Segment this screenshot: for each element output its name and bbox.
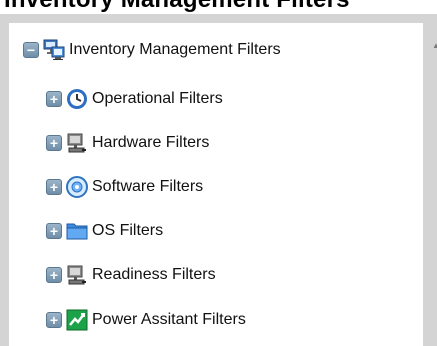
expand-button[interactable]: + <box>46 91 62 107</box>
expand-button[interactable]: + <box>46 312 62 328</box>
inventory-filter-view: Inventory Management Filters ▲ − Invento… <box>0 0 437 346</box>
tree-item-label: Operational Filters <box>92 90 223 107</box>
filter-tree-panel: − Inventory Management Filters + Operati… <box>9 23 423 346</box>
tree-item-hardware-filters[interactable]: + Hardware Filters <box>46 129 209 157</box>
cropped-header: Inventory Management Filters <box>0 0 437 14</box>
panel-right-border <box>423 14 437 346</box>
expand-button[interactable]: + <box>46 179 62 195</box>
network-computers-icon <box>43 39 65 61</box>
tree-item-label: Readiness Filters <box>92 266 216 283</box>
clock-icon <box>66 88 88 110</box>
page-title: Inventory Management Filters <box>4 0 350 14</box>
computer-icon <box>66 264 88 286</box>
collapse-button[interactable]: − <box>23 42 39 58</box>
tree-item-os-filters[interactable]: + OS Filters <box>46 217 163 245</box>
tree-item-power-assitant-filters[interactable]: + Power Assitant Filters <box>46 306 246 334</box>
tree-item-software-filters[interactable]: + Software Filters <box>46 173 203 201</box>
panel-left-border <box>0 14 9 346</box>
tree-item-label: Hardware Filters <box>92 134 210 151</box>
expand-button[interactable]: + <box>46 267 62 283</box>
tree-item-readiness-filters[interactable]: + Readiness Filters <box>46 261 216 289</box>
tree-item-label: Software Filters <box>92 178 204 195</box>
folder-icon <box>66 220 88 242</box>
tree-item-label: Power Assitant Filters <box>92 311 246 328</box>
scroll-up-arrow[interactable]: ▲ <box>432 42 437 50</box>
expand-button[interactable]: + <box>46 135 62 151</box>
tree-root-item[interactable]: − Inventory Management Filters <box>23 36 281 64</box>
expand-button[interactable]: + <box>46 223 62 239</box>
tree-root-label: Inventory Management Filters <box>69 41 281 58</box>
computer-icon <box>66 132 88 154</box>
tree-item-operational-filters[interactable]: + Operational Filters <box>46 85 223 113</box>
power-graph-icon <box>66 309 88 331</box>
panel-top-border <box>0 14 437 23</box>
disc-icon <box>66 176 88 198</box>
tree-item-label: OS Filters <box>92 222 164 239</box>
